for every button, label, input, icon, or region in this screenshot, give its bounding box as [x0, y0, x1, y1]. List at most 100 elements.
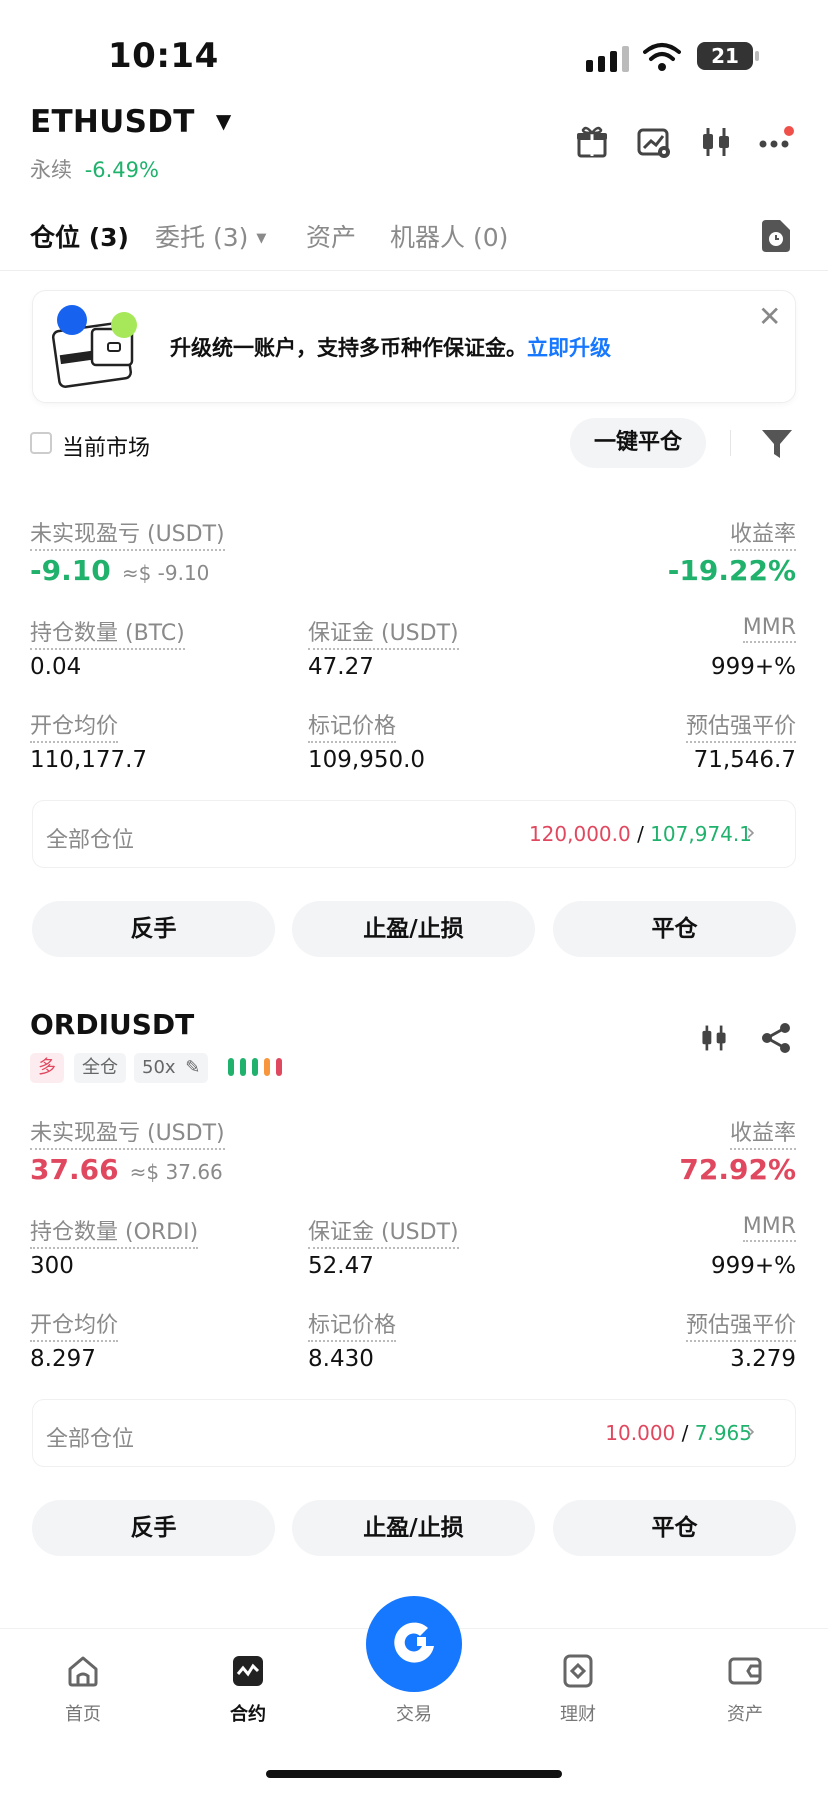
- tpsl-button[interactable]: 止盈/止损: [292, 1500, 535, 1556]
- tabs-divider: [0, 270, 828, 271]
- home-icon[interactable]: [66, 1654, 100, 1688]
- entry-label[interactable]: 开仓均价: [30, 708, 119, 743]
- earn-icon[interactable]: [561, 1654, 595, 1688]
- pair-subtitle: 永续 -6.49%: [30, 154, 159, 184]
- all-positions-values: 120,000.0 / 107,974.1: [529, 822, 752, 846]
- contract-type: 永续: [30, 158, 72, 182]
- chevron-right-icon: ›: [746, 1417, 756, 1445]
- tab-assets[interactable]: 资产: [306, 218, 356, 254]
- price-separator: /: [637, 822, 644, 846]
- entry-label[interactable]: 开仓均价: [30, 1307, 119, 1342]
- tab-orders[interactable]: 委托 (3) ▼: [155, 218, 266, 254]
- margin-value: 47.27: [308, 654, 374, 680]
- chart-settings-icon[interactable]: [636, 124, 672, 160]
- edit-icon: ✎: [185, 1057, 201, 1078]
- tpsl-button[interactable]: 止盈/止损: [292, 901, 535, 957]
- reverse-button[interactable]: 反手: [32, 901, 275, 957]
- mmr-label[interactable]: MMR: [742, 1214, 796, 1242]
- wallet-illustration-icon: [51, 305, 137, 388]
- filter-icon[interactable]: [762, 428, 792, 460]
- candlestick-icon[interactable]: [698, 124, 734, 160]
- mark-label[interactable]: 标记价格: [308, 708, 397, 743]
- mark-label[interactable]: 标记价格: [308, 1307, 397, 1342]
- upgrade-link[interactable]: 立即升级: [527, 336, 611, 360]
- pnl-value: -9.10: [30, 554, 111, 587]
- liq-label[interactable]: 预估强平价: [685, 1307, 796, 1342]
- all-positions-values: 10.000 / 7.965: [605, 1421, 752, 1445]
- nav-trade[interactable]: 交易: [364, 1700, 464, 1726]
- pnl-value-row: -9.10 ≈$ -9.10: [30, 554, 209, 587]
- price-separator: /: [681, 1421, 689, 1445]
- margin-mode-tag[interactable]: 全仓: [74, 1053, 126, 1083]
- mmr-label[interactable]: MMR: [742, 615, 796, 643]
- liq-value: 71,546.7: [693, 747, 796, 773]
- banner-text: 升级统一账户，支持多币种作保证金。: [170, 336, 527, 360]
- tab-bots[interactable]: 机器人 (0): [390, 218, 508, 254]
- sl-price: 7.965: [694, 1421, 752, 1445]
- mark-value: 109,950.0: [308, 747, 426, 773]
- pair-title[interactable]: ETHUSDT ▼: [30, 104, 232, 140]
- liq-label[interactable]: 预估强平价: [685, 708, 796, 743]
- tp-price: 120,000.0: [528, 822, 631, 846]
- all-positions-label: 全部仓位: [46, 1427, 135, 1452]
- sl-price: 107,974.1: [650, 822, 752, 846]
- nav-home[interactable]: 首页: [33, 1700, 133, 1726]
- position-symbol[interactable]: ORDIUSDT: [30, 1008, 194, 1041]
- chevron-down-icon: ▼: [215, 109, 232, 133]
- roe-label[interactable]: 收益率: [729, 516, 796, 551]
- chevron-right-icon: ›: [746, 818, 756, 846]
- side-tag: 多: [30, 1053, 64, 1083]
- margin-label[interactable]: 保证金 (USDT): [308, 615, 459, 650]
- pnl-label[interactable]: 未实现盈亏 (USDT): [30, 516, 225, 551]
- entry-value: 110,177.7: [30, 747, 148, 773]
- margin-label[interactable]: 保证金 (USDT): [308, 1214, 459, 1249]
- scroll-fade: [0, 476, 828, 486]
- nav-earn[interactable]: 理财: [528, 1700, 628, 1726]
- pair-name: ETHUSDT: [30, 104, 195, 140]
- banner-message: 升级统一账户，支持多币种作保证金。立即升级: [170, 332, 611, 362]
- close-icon[interactable]: ✕: [758, 300, 781, 333]
- share-icon[interactable]: [760, 1022, 792, 1054]
- size-value: 0.04: [30, 654, 82, 680]
- current-market-checkbox[interactable]: [30, 432, 52, 454]
- close-position-button[interactable]: 平仓: [553, 1500, 796, 1556]
- signal-icon: [586, 46, 629, 72]
- roe-value: 72.92%: [679, 1153, 796, 1186]
- margin-value: 52.47: [308, 1253, 374, 1279]
- chevron-down-icon: ▼: [256, 231, 267, 246]
- roe-label[interactable]: 收益率: [729, 1115, 796, 1150]
- filter-divider: [730, 430, 731, 456]
- futures-icon[interactable]: [231, 1654, 265, 1688]
- tp-price: 10.000: [605, 1421, 676, 1445]
- candlestick-icon[interactable]: [698, 1022, 730, 1054]
- trade-icon: [394, 1622, 434, 1663]
- status-time: 10:14: [108, 36, 219, 76]
- size-label[interactable]: 持仓数量 (BTC): [30, 615, 185, 650]
- home-indicator: [266, 1770, 562, 1778]
- pnl-usd: ≈$ 37.66: [129, 1160, 223, 1184]
- leverage-tag[interactable]: 50x ✎: [134, 1053, 209, 1083]
- history-icon[interactable]: [762, 220, 790, 252]
- tab-orders-label: 委托 (3): [155, 223, 249, 252]
- wallet-icon[interactable]: [727, 1654, 763, 1688]
- more-icon[interactable]: [758, 124, 794, 160]
- wifi-icon: [643, 43, 681, 71]
- pnl-value-row: 37.66 ≈$ 37.66: [30, 1153, 223, 1186]
- entry-value: 8.297: [30, 1346, 96, 1372]
- price-change: -6.49%: [84, 158, 159, 182]
- risk-level-icon: [228, 1058, 282, 1076]
- mark-value: 8.430: [308, 1346, 374, 1372]
- size-value: 300: [30, 1253, 74, 1279]
- close-position-button[interactable]: 平仓: [553, 901, 796, 957]
- pnl-label[interactable]: 未实现盈亏 (USDT): [30, 1115, 225, 1150]
- reverse-button[interactable]: 反手: [32, 1500, 275, 1556]
- current-market-label: 当前市场: [62, 436, 151, 461]
- gift-icon[interactable]: [574, 124, 610, 160]
- liq-value: 3.279: [730, 1346, 796, 1372]
- close-all-button[interactable]: 一键平仓: [570, 418, 706, 468]
- nav-assets[interactable]: 资产: [695, 1700, 795, 1726]
- nav-futures[interactable]: 合约: [198, 1700, 298, 1726]
- pnl-value: 37.66: [30, 1153, 119, 1186]
- size-label[interactable]: 持仓数量 (ORDI): [30, 1214, 199, 1249]
- tab-positions[interactable]: 仓位 (3): [30, 218, 129, 254]
